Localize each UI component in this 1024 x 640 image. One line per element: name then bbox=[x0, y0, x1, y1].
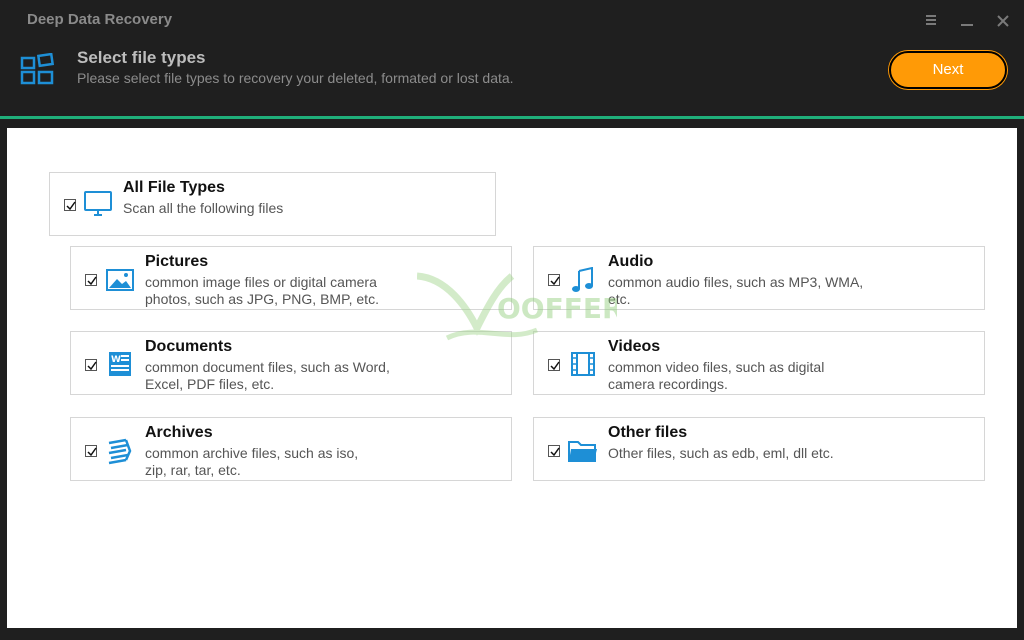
archives-card[interactable]: Archives common archive files, such as i… bbox=[70, 417, 512, 481]
film-strip-icon bbox=[571, 352, 595, 381]
pictures-checkbox[interactable] bbox=[85, 274, 97, 286]
picture-icon bbox=[106, 269, 134, 296]
page-subtitle: Please select file types to recovery you… bbox=[77, 70, 514, 86]
menu-icon[interactable] bbox=[924, 12, 938, 28]
card-description-line-2: photos, such as JPG, PNG, BMP, etc. bbox=[145, 291, 379, 307]
card-title: All File Types bbox=[123, 179, 225, 196]
card-description-line-1: common audio files, such as MP3, WMA, bbox=[608, 274, 864, 290]
audio-checkbox[interactable] bbox=[548, 274, 560, 286]
card-description-line-1: common video files, such as digital bbox=[608, 359, 825, 375]
videos-card[interactable]: Videos common video files, such as digit… bbox=[533, 331, 985, 395]
videos-checkbox[interactable] bbox=[548, 359, 560, 371]
svg-text:W: W bbox=[111, 355, 121, 365]
card-description-line-2: zip, rar, tar, etc. bbox=[145, 462, 241, 478]
card-title: Other files bbox=[608, 424, 688, 441]
all-file-types-checkbox[interactable] bbox=[64, 199, 76, 211]
next-button[interactable]: Next bbox=[889, 51, 1007, 89]
file-type-panel: All File Types Scan all the following fi… bbox=[7, 128, 1017, 628]
card-title: Archives bbox=[145, 424, 213, 441]
other-files-checkbox[interactable] bbox=[548, 445, 560, 457]
pictures-card[interactable]: Pictures common image files or digital c… bbox=[70, 246, 512, 310]
window-controls bbox=[924, 12, 1010, 28]
folder-icon bbox=[568, 439, 598, 468]
card-description-line-1: common document files, such as Word, bbox=[145, 359, 390, 375]
card-title: Videos bbox=[608, 338, 661, 355]
app-title: Deep Data Recovery bbox=[27, 11, 173, 28]
all-file-types-card[interactable]: All File Types Scan all the following fi… bbox=[49, 172, 496, 236]
other-files-card[interactable]: Other files Other files, such as edb, em… bbox=[533, 417, 985, 481]
title-bar: Deep Data Recovery bbox=[0, 0, 1024, 40]
card-description-line-1: common image files or digital camera bbox=[145, 274, 377, 290]
audio-card[interactable]: Audio common audio files, such as MP3, W… bbox=[533, 246, 985, 310]
documents-checkbox[interactable] bbox=[85, 359, 97, 371]
card-description-line-2: camera recordings. bbox=[608, 376, 728, 392]
grid-icon bbox=[20, 52, 56, 92]
card-description-line-1: common archive files, such as iso, bbox=[145, 445, 359, 461]
close-icon[interactable] bbox=[996, 12, 1010, 28]
card-description: Scan all the following files bbox=[123, 200, 284, 216]
archive-icon bbox=[106, 437, 134, 470]
archives-checkbox[interactable] bbox=[85, 445, 97, 457]
card-description-line-2: etc. bbox=[608, 291, 631, 307]
card-title: Audio bbox=[608, 253, 654, 270]
music-note-icon bbox=[571, 266, 595, 298]
documents-card[interactable]: W Documents common document files, such … bbox=[70, 331, 512, 395]
card-title: Documents bbox=[145, 338, 233, 355]
card-title: Pictures bbox=[145, 253, 209, 270]
card-description-line-1: Other files, such as edb, eml, dll etc. bbox=[608, 445, 834, 461]
minimize-icon[interactable] bbox=[960, 12, 974, 28]
card-description-line-2: Excel, PDF files, etc. bbox=[145, 376, 275, 392]
header: Select file types Please select file typ… bbox=[0, 40, 1024, 116]
accent-divider bbox=[0, 116, 1024, 119]
monitor-icon bbox=[84, 191, 112, 222]
word-document-icon: W bbox=[108, 351, 132, 382]
page-title: Select file types bbox=[77, 48, 206, 67]
